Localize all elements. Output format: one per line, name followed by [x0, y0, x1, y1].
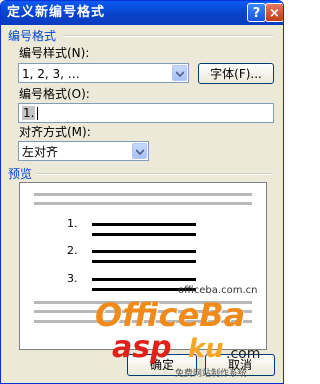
chevron-down-icon	[136, 149, 144, 155]
preview-black-line	[92, 278, 196, 281]
alignment-dropdown[interactable]: 左对齐	[18, 141, 149, 161]
chevron-down-icon	[176, 71, 184, 77]
help-button[interactable]: ?	[247, 3, 266, 22]
preview-number-3: 3.	[67, 272, 78, 285]
dropdown-button[interactable]	[172, 65, 187, 81]
dropdown-button[interactable]	[132, 143, 147, 159]
watermark-caption: 免费网站制作系统	[175, 369, 248, 379]
preview-black-line	[92, 233, 196, 236]
preview-number-2: 2.	[67, 244, 78, 257]
number-format-input[interactable]: 1.	[18, 103, 274, 123]
preview-black-line	[92, 260, 196, 263]
close-button[interactable]: ×	[265, 3, 283, 22]
style-label: 编号样式(N):	[19, 46, 90, 60]
dialog-title: 定义新编号格式	[7, 5, 106, 20]
watermark-brand: OfficeBa	[95, 296, 246, 334]
watermark-brand-asp: asp	[112, 330, 172, 365]
preview-title: 预览	[8, 167, 33, 181]
watermark-domain: .com	[226, 346, 261, 362]
number-style-dropdown[interactable]: 1, 2, 3, …	[18, 63, 189, 83]
text-caret	[37, 107, 38, 120]
preview-black-line	[92, 223, 196, 226]
watermark-brand-ku: ku	[188, 334, 224, 364]
align-label: 对齐方式(M):	[19, 125, 91, 139]
group-divider	[63, 35, 273, 37]
number-style-value: 1, 2, 3, …	[22, 67, 80, 81]
preview-gray-line	[34, 202, 252, 205]
alignment-value: 左对齐	[22, 145, 59, 159]
number-format-value: 1.	[22, 106, 36, 120]
font-button[interactable]: 字体(F)...	[198, 63, 274, 84]
group-title: 编号格式	[8, 29, 57, 43]
title-bar[interactable]: 定义新编号格式 ? ×	[1, 1, 283, 25]
format-label: 编号格式(O):	[19, 87, 90, 101]
preview-gray-line	[34, 193, 252, 196]
preview-number-1: 1.	[67, 217, 78, 230]
watermark-site: officeba.com.cn	[178, 285, 258, 296]
preview-black-line	[92, 250, 196, 253]
preview-divider	[37, 173, 273, 175]
